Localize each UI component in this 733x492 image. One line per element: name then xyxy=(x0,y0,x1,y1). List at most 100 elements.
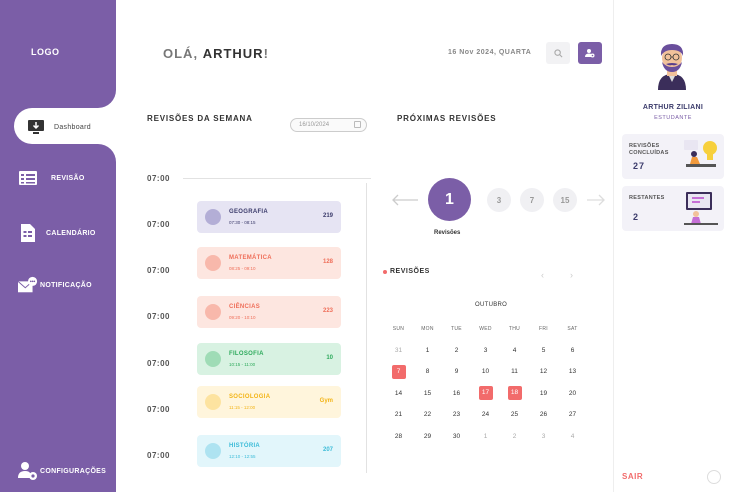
calendar-day[interactable]: 21 xyxy=(384,411,413,418)
dot-icon xyxy=(383,269,387,274)
user-name: ARTHUR ZILIANI xyxy=(642,104,704,111)
calendar-day-highlighted[interactable]: 18 xyxy=(500,386,529,401)
user-settings-button[interactable] xyxy=(578,42,602,64)
calendar-day[interactable]: 14 xyxy=(384,390,413,397)
calendar-day[interactable]: 22 xyxy=(413,411,442,418)
time-label: 07:00 xyxy=(147,405,170,414)
calendar-day[interactable]: 8 xyxy=(413,368,442,375)
sidebar-item-calendario[interactable]: CALENDÁRIO xyxy=(18,223,96,243)
mail-chat-icon xyxy=(18,275,38,295)
time-label: 07:00 xyxy=(147,174,170,183)
weekday-label: MON xyxy=(421,325,434,332)
time-label: 07:00 xyxy=(147,451,170,460)
calendar-day[interactable]: 26 xyxy=(529,411,558,418)
search-button[interactable] xyxy=(546,42,570,64)
next-month-icon[interactable]: › xyxy=(570,270,573,280)
calendar-day[interactable]: 29 xyxy=(413,433,442,440)
weekday-label: WED xyxy=(479,325,492,332)
calendar-day[interactable]: 28 xyxy=(384,433,413,440)
subject-count: 219 xyxy=(322,213,333,219)
calendar-day[interactable]: 30 xyxy=(442,433,471,440)
weekday-label: SUN xyxy=(392,325,405,332)
subject-count: Gym xyxy=(319,398,333,404)
revision-card[interactable]: GEOGRAFIA 07:30 - 08:15 219 xyxy=(197,201,341,233)
logo: LOGO xyxy=(31,47,60,57)
sidebar-item-label: CALENDÁRIO xyxy=(46,229,96,237)
arrow-left-icon[interactable] xyxy=(391,193,419,207)
calendar-day[interactable]: 20 xyxy=(558,390,587,397)
calendar-day[interactable]: 6 xyxy=(558,347,587,354)
calendar-day[interactable]: 10 xyxy=(471,368,500,375)
avatar xyxy=(658,44,686,90)
subject-time: 08:25 - 09:10 xyxy=(229,266,256,271)
revision-card[interactable]: SOCIOLOGIA 11:15 - 12:00 Gym xyxy=(197,386,341,418)
revision-card[interactable]: MATEMÁTICA 08:25 - 09:10 128 xyxy=(197,247,341,279)
calendar-day[interactable]: 4 xyxy=(500,347,529,354)
calendar-day[interactable]: 24 xyxy=(471,411,500,418)
revision-count[interactable]: 15 xyxy=(553,188,577,212)
arrow-right-icon[interactable] xyxy=(586,193,606,207)
trophy-illustration xyxy=(684,140,717,167)
calendar-day[interactable]: 27 xyxy=(558,411,587,418)
calendar-day[interactable]: 3 xyxy=(529,433,558,440)
calendar-day[interactable]: 3 xyxy=(471,347,500,354)
weekday-label: FRI xyxy=(539,325,548,332)
revisions-calendar-label: REVISÕES xyxy=(383,268,430,275)
time-label: 07:00 xyxy=(147,266,170,275)
subject-name: GEOGRAFIA xyxy=(229,209,269,215)
stat-completed: REVISÕES CONCLUÍDAS 27 xyxy=(622,134,724,179)
revision-count[interactable]: 7 xyxy=(520,188,544,212)
logout-icon[interactable] xyxy=(707,470,721,484)
calendar-day-highlighted[interactable]: 17 xyxy=(471,386,500,401)
calendar-day[interactable]: 19 xyxy=(529,390,558,397)
current-revision-caption: Revisões xyxy=(434,230,461,236)
calendar-month: OUTUBRO xyxy=(475,302,508,308)
calendar-day[interactable]: 1 xyxy=(413,347,442,354)
revision-card[interactable]: HISTÓRIA 12:10 - 12:55 207 xyxy=(197,435,341,467)
list-card-icon xyxy=(18,168,38,188)
revision-card[interactable]: FILOSOFIA 10:15 - 11:00 10 xyxy=(197,343,341,375)
subject-time: 10:15 - 11:00 xyxy=(229,362,256,367)
user-gear-icon xyxy=(18,461,38,481)
calendar-day[interactable]: 2 xyxy=(500,433,529,440)
calendar-day-highlighted[interactable]: 7 xyxy=(384,364,413,379)
subject-name: MATEMÁTICA xyxy=(229,255,272,261)
revision-count[interactable]: 3 xyxy=(487,188,511,212)
calendar-icon xyxy=(354,121,361,128)
calendar-day[interactable]: 11 xyxy=(500,368,529,375)
calendar-day[interactable]: 15 xyxy=(413,390,442,397)
subject-dot xyxy=(205,443,221,459)
current-date: 16 Nov 2024, QUARTA xyxy=(448,49,532,56)
sidebar-item-notificacao[interactable]: NOTIFICAÇÃO xyxy=(18,275,92,295)
sidebar: LOGO Dashboard REVISÃO CALENDÁRIO NOTIFI… xyxy=(0,0,116,492)
subject-time: 07:30 - 08:15 xyxy=(229,220,256,225)
sidebar-item-dashboard[interactable]: Dashboard xyxy=(26,117,91,137)
subject-time: 09:20 - 10:10 xyxy=(229,315,256,320)
sidebar-item-configuracoes[interactable]: CONFIGURAÇÕES xyxy=(18,461,106,481)
calendar-day[interactable]: 23 xyxy=(442,411,471,418)
calendar-day[interactable]: 4 xyxy=(558,433,587,440)
calendar-day[interactable]: 16 xyxy=(442,390,471,397)
document-icon xyxy=(18,223,38,243)
calendar-day[interactable]: 31 xyxy=(384,347,413,354)
user-role: ESTUDANTE xyxy=(654,115,692,121)
calendar-day[interactable]: 9 xyxy=(442,368,471,375)
calendar-day[interactable]: 25 xyxy=(500,411,529,418)
monitor-download-icon xyxy=(26,117,46,137)
calendar-day[interactable]: 1 xyxy=(471,433,500,440)
time-label: 07:00 xyxy=(147,220,170,229)
desk-illustration xyxy=(684,192,718,225)
subject-name: FILOSOFIA xyxy=(229,351,264,357)
sidebar-item-revisao[interactable]: REVISÃO xyxy=(18,168,85,188)
prev-month-icon[interactable]: ‹ xyxy=(541,270,544,280)
logout-button[interactable]: SAIR xyxy=(622,472,643,481)
weekday-label: TUE xyxy=(451,325,462,332)
calendar-day[interactable]: 13 xyxy=(558,368,587,375)
revision-card[interactable]: CIÊNCIAS 09:20 - 10:10 223 xyxy=(197,296,341,328)
current-revision-count[interactable]: 1 xyxy=(428,178,471,221)
calendar-day[interactable]: 12 xyxy=(529,368,558,375)
calendar-day[interactable]: 5 xyxy=(529,347,558,354)
calendar-day[interactable]: 2 xyxy=(442,347,471,354)
weekday-label: THU xyxy=(508,325,521,332)
week-date-input[interactable]: 16/10/2024 xyxy=(290,118,367,132)
